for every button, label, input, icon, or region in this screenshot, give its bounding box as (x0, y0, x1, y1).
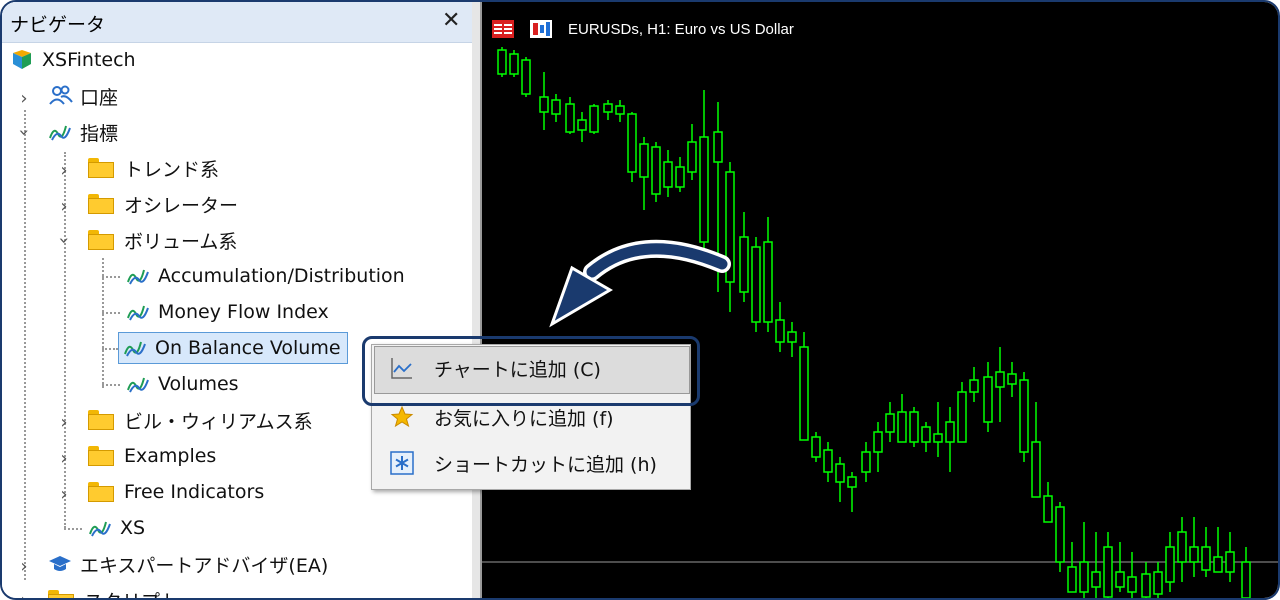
menu-item-label: お気に入りに追加 (f) (434, 407, 614, 430)
chevron-right-icon[interactable]: › (16, 590, 32, 598)
tree-folder-examples[interactable]: Examples (88, 440, 216, 472)
indicator-icon (126, 264, 150, 288)
folder-icon (88, 230, 114, 250)
tree-item-label: XS (120, 517, 146, 539)
indicator-icon (88, 516, 112, 540)
tree-item-indicators[interactable]: 指標 (48, 116, 118, 148)
highlight-frame (362, 336, 700, 406)
accounts-icon (48, 84, 73, 108)
folder-icon (88, 194, 114, 214)
tree-guide-line (102, 312, 120, 314)
navigator-panel: ナビゲータ ✕ XSFintech › 口座 › 指標 › トレンド系 › オシ… (2, 2, 472, 598)
asterisk-icon (390, 451, 414, 475)
panel-splitter[interactable] (472, 2, 480, 598)
folder-icon (88, 410, 114, 430)
tree-item-label: On Balance Volume (155, 337, 341, 359)
tree-item-label: Volumes (158, 373, 239, 395)
price-chart[interactable]: EURUSDs, H1: Euro vs US Dollar (480, 2, 1278, 598)
tree-root-label: XSFintech (42, 49, 136, 71)
xsfintech-logo-icon (10, 48, 34, 72)
tree-folder-oscillator[interactable]: オシレーター (88, 188, 238, 220)
indicator-icon (126, 372, 150, 396)
tree-guide-line (24, 110, 26, 580)
tree-item-account[interactable]: 口座 (48, 80, 118, 112)
tree-item-label: Accumulation/Distribution (158, 265, 405, 287)
chevron-down-icon[interactable]: › (54, 233, 75, 249)
tree-guide-line (64, 528, 82, 530)
chevron-right-icon[interactable]: › (56, 160, 72, 181)
chevron-right-icon[interactable]: › (56, 448, 72, 469)
tree-item-label: オシレーター (124, 194, 239, 217)
tree-folder-volume[interactable]: ボリューム系 (88, 224, 237, 256)
folder-icon (88, 446, 114, 466)
tree-folder-free-indicators[interactable]: Free Indicators (88, 476, 264, 508)
tree-item-ea[interactable]: エキスパートアドバイザ(EA) (48, 548, 328, 580)
menu-item-add-shortcut[interactable]: ショートカットに追加 (h) (372, 441, 690, 485)
chevron-down-icon[interactable]: › (14, 125, 35, 141)
chevron-right-icon[interactable]: › (56, 196, 72, 217)
tree-item-label: ビル・ウィリアムス系 (124, 410, 313, 433)
graduation-cap-icon (48, 552, 72, 576)
navigator-header: ナビゲータ ✕ (2, 2, 472, 43)
tree-folder-bill-williams[interactable]: ビル・ウィリアムス系 (88, 404, 313, 436)
tree-root[interactable]: XSFintech (10, 44, 136, 76)
star-icon (390, 405, 414, 429)
chevron-right-icon[interactable]: › (16, 556, 32, 577)
tree-item-label: ボリューム系 (124, 230, 238, 253)
indicator-icon (48, 120, 72, 144)
tree-guide-line (102, 276, 120, 278)
tree-item-label: エキスパートアドバイザ(EA) (80, 554, 329, 577)
folder-icon (88, 158, 114, 178)
tree-item-obv-selected[interactable]: On Balance Volume (118, 332, 348, 364)
tree-guide-line (102, 384, 120, 386)
tree-item-label: Free Indicators (124, 481, 265, 503)
chevron-right-icon[interactable]: › (56, 484, 72, 505)
close-icon[interactable]: ✕ (442, 8, 460, 33)
navigator-title: ナビゲータ (10, 14, 106, 36)
tree-item-volumes[interactable]: Volumes (126, 368, 239, 400)
folder-icon (48, 590, 74, 598)
tree-guide-line (102, 348, 118, 350)
tree-item-label: Examples (124, 445, 217, 467)
tree-item-label: Money Flow Index (158, 301, 329, 323)
tree-item-acc-dist[interactable]: Accumulation/Distribution (126, 260, 405, 292)
chevron-right-icon[interactable]: › (16, 88, 32, 109)
tree-item-label: 口座 (80, 86, 119, 109)
tree-folder-trend[interactable]: トレンド系 (88, 152, 219, 184)
tree-item-xs[interactable]: XS (88, 512, 145, 544)
navigator-tree: XSFintech › 口座 › 指標 › トレンド系 › オシレーター › ボ… (2, 42, 472, 598)
folder-icon (88, 482, 114, 502)
indicator-icon (123, 336, 147, 360)
tree-item-scripts[interactable]: スクリプト (48, 584, 179, 598)
tree-item-label: スクリプト (84, 587, 179, 599)
app-frame: ナビゲータ ✕ XSFintech › 口座 › 指標 › トレンド系 › オシ… (0, 0, 1280, 600)
tree-item-label: トレンド系 (124, 158, 220, 181)
tree-item-label: 指標 (80, 122, 119, 145)
menu-item-label: ショートカットに追加 (h) (434, 453, 657, 476)
tree-item-mfi[interactable]: Money Flow Index (126, 296, 329, 328)
indicator-icon (126, 300, 150, 324)
chevron-right-icon[interactable]: › (56, 412, 72, 433)
curved-arrow-icon (549, 239, 731, 328)
